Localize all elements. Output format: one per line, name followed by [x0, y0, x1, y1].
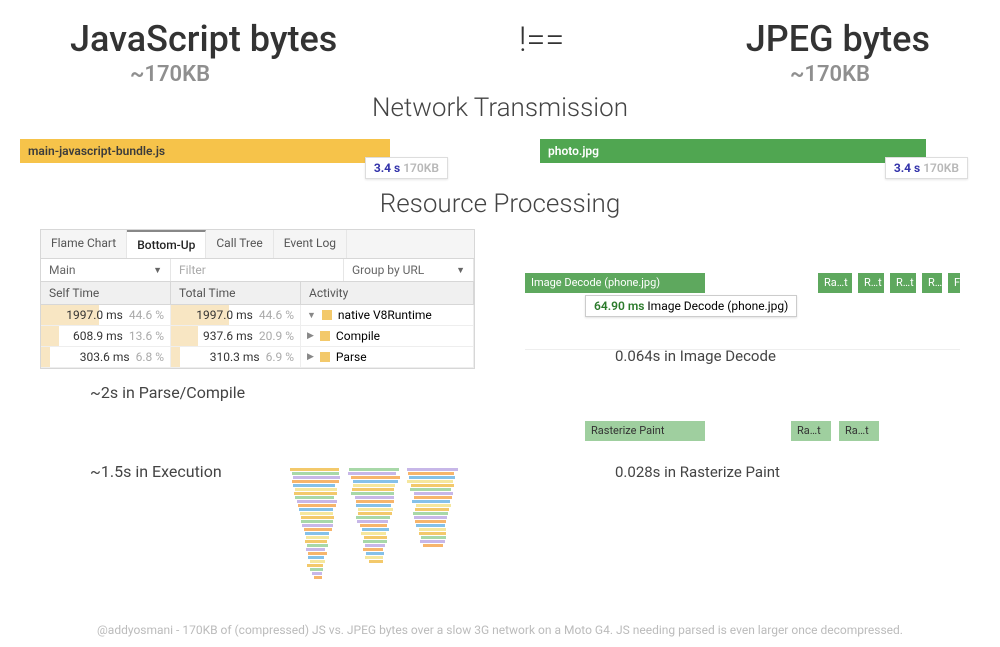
devtools-tabs: Flame Chart Bottom-Up Call Tree Event Lo…: [41, 230, 474, 259]
decode-tip: R…: [922, 273, 942, 293]
devtools-filter-row: Main ▼ Filter Group by URL ▼: [41, 259, 474, 282]
network-tag-jpg: 3.4 s 170KB: [885, 157, 968, 179]
processing-row: Flame Chart Bottom-Up Call Tree Event Lo…: [0, 219, 1000, 481]
title-jpeg: JPEG bytes: [746, 18, 930, 60]
table-header: Self Time Total Time Activity: [41, 282, 474, 305]
tab-call-tree[interactable]: Call Tree: [206, 230, 273, 258]
raster-row: Rasterize Paint Ra…t Ra…t: [585, 421, 960, 441]
cell-total-time: 937.6 ms20.9 %: [171, 326, 301, 346]
group-label: Group by URL: [352, 263, 424, 277]
caption-raster: 0.028s in Rasterize Paint: [525, 463, 960, 481]
cell-self-time: 608.9 ms13.6 %: [41, 326, 171, 346]
tab-flame-chart[interactable]: Flame Chart: [41, 230, 127, 258]
processing-right: Image Decode (phone.jpg) Ra…t R…t R…t R……: [525, 229, 960, 481]
section-network-title: Network Transmission: [0, 93, 1000, 123]
disclosure-icon[interactable]: ▼: [307, 310, 316, 321]
caption-parse: ~2s in Parse/Compile: [90, 383, 475, 402]
raster-block-main: Rasterize Paint: [585, 421, 705, 441]
network-jpg-size: 170KB: [923, 161, 959, 175]
tab-bottom-up[interactable]: Bottom-Up: [127, 230, 206, 258]
cell-self-time: 303.6 ms6.8 %: [41, 347, 171, 367]
disclosure-icon[interactable]: ▶: [307, 352, 314, 362]
kb-right: ~170KB: [790, 62, 870, 87]
col-total-time[interactable]: Total Time: [171, 282, 301, 304]
title-op: !==: [519, 20, 564, 60]
decode-tip: Ra…t: [818, 273, 852, 293]
decode-block-main: Image Decode (phone.jpg): [525, 273, 705, 293]
table-row[interactable]: 608.9 ms13.6 %937.6 ms20.9 %▶Compile: [41, 326, 474, 347]
filter-input[interactable]: Filter: [171, 259, 344, 281]
network-row: main-javascript-bundle.js 3.4 s 170KB ph…: [0, 123, 1000, 163]
group-select[interactable]: Group by URL ▼: [344, 259, 474, 281]
cell-activity: ▶Parse: [301, 347, 474, 367]
decode-tip: R…t: [858, 273, 884, 293]
network-jpg-col: photo.jpg 3.4 s 170KB: [540, 139, 960, 163]
category-swatch-icon: [322, 310, 332, 320]
network-tag-js: 3.4 s 170KB: [365, 157, 448, 179]
footnote: @addyosmani - 170KB of (compressed) JS v…: [0, 623, 1000, 637]
thread-label: Main: [49, 263, 76, 277]
network-js-time: 3.4 s: [374, 161, 400, 175]
decode-tip: R…t: [890, 273, 916, 293]
devtools-panel: Flame Chart Bottom-Up Call Tree Event Lo…: [40, 229, 475, 369]
category-swatch-icon: [320, 352, 330, 362]
processing-left: Flame Chart Bottom-Up Call Tree Event Lo…: [40, 229, 475, 481]
title-js: JavaScript bytes: [70, 18, 337, 60]
cell-self-time: 1997.0 ms44.6 %: [41, 305, 171, 325]
cell-activity: ▼native V8Runtime: [301, 305, 474, 325]
flame-chart-thumbnail: [290, 468, 460, 588]
kb-left: ~170KB: [130, 62, 210, 87]
network-js-col: main-javascript-bundle.js 3.4 s 170KB: [20, 139, 440, 163]
left-captions: ~2s in Parse/Compile ~1.5s in Execution: [40, 369, 475, 481]
raster-tip: Ra…t: [791, 421, 831, 441]
cell-activity: ▶Compile: [301, 326, 474, 346]
chevron-down-icon: ▼: [456, 265, 465, 276]
tab-event-log[interactable]: Event Log: [274, 230, 347, 258]
network-bar-js: main-javascript-bundle.js: [20, 139, 390, 163]
thread-select[interactable]: Main ▼: [41, 259, 171, 281]
decode-row: Image Decode (phone.jpg) Ra…t R…t R…t R……: [525, 273, 960, 293]
table-body: 1997.0 ms44.6 %1997.0 ms44.6 %▼native V8…: [41, 305, 474, 368]
chevron-down-icon: ▼: [153, 265, 162, 276]
cell-total-time: 1997.0 ms44.6 %: [171, 305, 301, 325]
cell-total-time: 310.3 ms6.9 %: [171, 347, 301, 367]
table-row[interactable]: 1997.0 ms44.6 %1997.0 ms44.6 %▼native V8…: [41, 305, 474, 326]
header-row: JavaScript bytes !== JPEG bytes: [0, 0, 1000, 60]
col-activity[interactable]: Activity: [301, 282, 474, 304]
col-self-time[interactable]: Self Time: [41, 282, 171, 304]
table-row[interactable]: 303.6 ms6.8 %310.3 ms6.9 %▶Parse: [41, 347, 474, 368]
section-processing-title: Resource Processing: [0, 189, 1000, 219]
network-jpg-time: 3.4 s: [894, 161, 920, 175]
kb-row: ~170KB ~170KB: [0, 60, 1000, 87]
raster-tip: Ra…t: [839, 421, 879, 441]
category-swatch-icon: [320, 331, 330, 341]
network-js-size: 170KB: [403, 161, 439, 175]
network-bar-jpg: photo.jpg: [540, 139, 926, 163]
disclosure-icon[interactable]: ▶: [307, 331, 314, 341]
decode-tip: F: [948, 273, 960, 293]
